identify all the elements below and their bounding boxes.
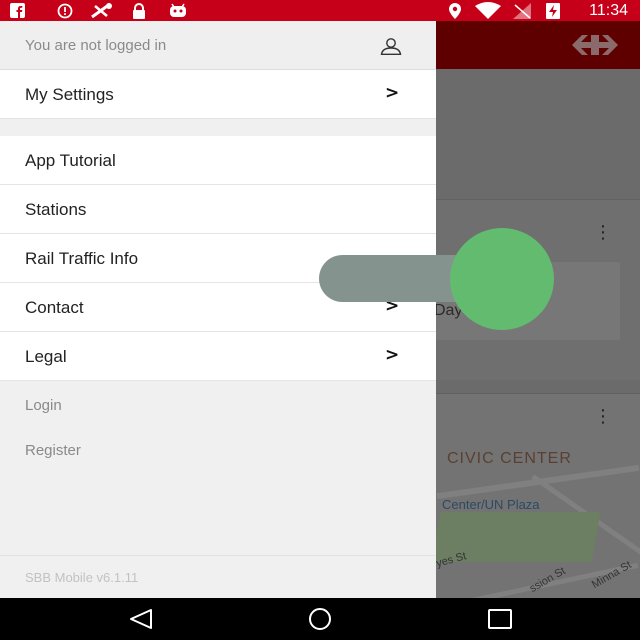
menu-item-app-tutorial[interactable]: App Tutorial bbox=[0, 136, 436, 185]
more-options-icon[interactable]: ⋮ bbox=[594, 224, 612, 242]
app-version: SBB Mobile v6.1.11 bbox=[25, 570, 139, 585]
menu-item-legal[interactable]: Legal > bbox=[0, 332, 436, 381]
menu-item-label: Stations bbox=[25, 200, 87, 219]
register-link[interactable]: Register bbox=[25, 442, 81, 459]
android-icon bbox=[168, 2, 188, 19]
status-time: 11:34 bbox=[589, 2, 628, 19]
menu-item-label: App Tutorial bbox=[25, 151, 116, 170]
menu-item-my-settings[interactable]: My Settings > bbox=[0, 70, 436, 119]
status-bar: 11:34 bbox=[0, 0, 640, 21]
chevron-right-icon: > bbox=[385, 345, 400, 365]
battery-charging-icon bbox=[544, 2, 562, 19]
login-link[interactable]: Login bbox=[25, 397, 62, 414]
menu-item-label: Rail Traffic Info bbox=[25, 249, 139, 268]
alert-icon bbox=[56, 2, 74, 19]
login-status-text: You are not logged in bbox=[25, 37, 167, 54]
navigation-drawer: You are not logged in My Settings > App … bbox=[0, 21, 436, 598]
toggle-knob[interactable] bbox=[450, 228, 554, 330]
map-station-label: Center/UN Plaza bbox=[442, 497, 540, 512]
wifi-icon bbox=[474, 2, 502, 19]
no-sim-icon bbox=[512, 2, 532, 19]
menu-item-label: Contact bbox=[25, 298, 84, 317]
drawer-footer: SBB Mobile v6.1.11 bbox=[0, 555, 436, 599]
sbb-logo-icon bbox=[572, 35, 618, 55]
location-icon bbox=[446, 2, 464, 19]
recents-icon[interactable] bbox=[486, 607, 514, 631]
back-icon[interactable] bbox=[127, 607, 155, 631]
chevron-right-icon: > bbox=[385, 83, 400, 103]
no-signal-tool-icon bbox=[88, 2, 116, 19]
facebook-icon bbox=[8, 2, 26, 19]
map-district-label: CIVIC CENTER bbox=[447, 450, 572, 467]
user-icon[interactable] bbox=[380, 37, 402, 55]
menu-item-label: Legal bbox=[25, 347, 67, 366]
system-nav-bar bbox=[0, 598, 640, 640]
home-icon[interactable] bbox=[306, 607, 334, 631]
drawer-header[interactable]: You are not logged in bbox=[0, 21, 436, 70]
lock-icon bbox=[131, 2, 147, 19]
menu-item-stations[interactable]: Stations bbox=[0, 185, 436, 234]
menu-item-label: My Settings bbox=[25, 85, 114, 104]
map-more-options-icon[interactable]: ⋮ bbox=[594, 408, 612, 426]
